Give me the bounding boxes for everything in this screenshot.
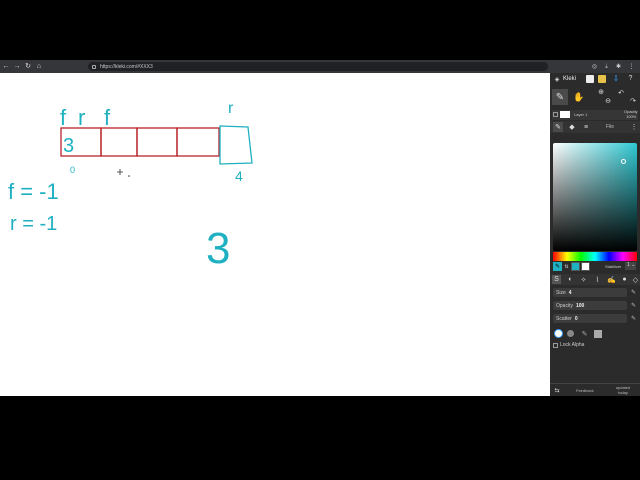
scatter-value: 0 (574, 315, 578, 322)
swap-icon[interactable]: ⇅ (564, 262, 569, 271)
tool-panel: ◈ Kleki ⇩ ? ✎ ✋ ⊕ ⊖ ↶ ↷ Layer 1 Opacity … (550, 73, 640, 396)
stabilizer-value: 1 (627, 262, 630, 268)
label-r2: r (228, 100, 234, 117)
kleki-logo-icon: ◈ (554, 76, 560, 83)
index-4: 4 (235, 168, 243, 184)
reload-icon[interactable]: ↻ (23, 62, 33, 72)
array-cell (136, 127, 178, 157)
url-text: https://kleki.com/#XXX3 (100, 63, 153, 70)
pixel-brush-icon[interactable]: ⌇ (593, 275, 602, 284)
cursor-icon (117, 169, 123, 175)
size-value: 4 (568, 289, 572, 296)
zoom-in-icon[interactable]: ⊕ (597, 88, 605, 96)
round-tip-button[interactable] (554, 329, 563, 338)
color-picker-cursor[interactable] (621, 159, 626, 164)
label-r: r (78, 105, 85, 130)
secondary-color-swatch[interactable] (581, 262, 590, 271)
sketchy-brush-icon[interactable]: ✧ (579, 275, 588, 284)
brush-tab-icon[interactable]: ✎ (553, 122, 563, 132)
size-slider[interactable]: Size 4 (553, 288, 627, 297)
array-cell (100, 127, 138, 157)
save-icon[interactable]: ⇩ (612, 74, 620, 83)
help-icon[interactable]: ? (626, 74, 635, 83)
address-bar[interactable]: https://kleki.com/#XXX3 (88, 62, 548, 71)
soft-tip-button[interactable] (567, 330, 574, 337)
index-0: 0 (70, 165, 75, 175)
download-icon[interactable]: ⇣ (602, 62, 611, 71)
size-pressure-icon[interactable]: ✎ (630, 289, 637, 296)
eyedropper-icon[interactable]: ✎ (553, 262, 562, 271)
app-name: Kleki (563, 76, 577, 82)
stabilizer-label: Stabilizer (605, 264, 622, 269)
cell-value: 3 (63, 135, 74, 157)
array-cell (176, 127, 220, 157)
panel-footer: ⇆ Feedback updated today (550, 383, 640, 396)
screen: ← → ↻ ⌂ https://kleki.com/#XXX3 ◎ ⇣ ✱ ⋮ … (0, 60, 640, 396)
more-icon[interactable]: ⋮ (630, 122, 638, 132)
brush-tool-icon[interactable]: ✎ (552, 89, 568, 105)
opacity-value: 100 (575, 302, 585, 309)
smudge-brush-icon[interactable]: ● (620, 275, 629, 284)
stabilizer-select[interactable]: 1 ⌄ (625, 262, 636, 270)
layer-opacity-value: 100% (626, 114, 637, 119)
feedback-link[interactable]: Feedback (576, 388, 594, 393)
back-icon[interactable]: ← (1, 62, 11, 72)
size-label: Size (556, 289, 566, 296)
eraser-icon[interactable]: ◇ (631, 275, 640, 284)
drawing-canvas[interactable]: 3 f r f r 0 4 f = -1 r = -1 3 (0, 73, 550, 396)
scatter-pressure-icon[interactable]: ✎ (630, 315, 637, 322)
pencil-tip-icon[interactable]: ✎ (580, 329, 589, 338)
array-cells (60, 127, 220, 157)
updated-link[interactable]: updated today (614, 385, 632, 395)
label-f2: f (104, 105, 111, 130)
file-tab[interactable]: File (606, 124, 614, 130)
menu-icon[interactable]: ⋮ (627, 62, 636, 71)
big-number: 3 (206, 224, 230, 273)
color-picker[interactable] (553, 143, 637, 251)
dot-mark (128, 175, 130, 177)
browser-toolbar: ← → ↻ ⌂ https://kleki.com/#XXX3 ◎ ⇣ ✱ ⋮ (0, 60, 640, 73)
hue-slider[interactable] (553, 252, 637, 261)
scatter-label: Scatter (556, 315, 572, 322)
lock-icon (92, 64, 96, 69)
layer-thumbnail (560, 111, 570, 118)
pen-brush-icon[interactable]: S (552, 275, 561, 284)
layer-visibility-checkbox[interactable] (553, 112, 558, 117)
shield-icon[interactable]: ◎ (590, 62, 599, 71)
layers-tab-icon[interactable]: ◆ (567, 122, 577, 132)
home-icon[interactable]: ⌂ (34, 62, 44, 72)
new-file-icon[interactable] (586, 75, 594, 83)
forward-icon[interactable]: → (12, 62, 22, 72)
primary-color-swatch[interactable] (571, 262, 580, 271)
lock-alpha-checkbox[interactable] (553, 343, 558, 348)
brush-types-row: S ◖ ✧ ⌇ ✍ ● ◇ (550, 274, 640, 285)
hand-tool-icon[interactable]: ✋ (572, 90, 586, 104)
canvas-drawing: 3 f r f r 0 4 f = -1 r = -1 3 (8, 100, 253, 273)
collapse-icon[interactable]: ⇆ (553, 386, 561, 394)
extra-cell-stroke (219, 125, 253, 165)
opacity-label: Opacity (556, 302, 573, 309)
opacity-pressure-icon[interactable]: ✎ (630, 302, 637, 309)
zoom-out-icon[interactable]: ⊖ (604, 97, 612, 105)
tabs-row: ✎ ◆ ≡ File ⋮ (550, 121, 640, 133)
blend-brush-icon[interactable]: ◖ (565, 275, 574, 284)
redo-icon[interactable]: ↷ (629, 97, 637, 105)
note-r: r = -1 (10, 213, 57, 235)
opacity-slider[interactable]: Opacity 100 (553, 301, 627, 310)
label-f: f (60, 105, 67, 130)
undo-icon[interactable]: ↶ (617, 89, 625, 97)
chemy-brush-icon[interactable]: ✍ (607, 275, 616, 284)
adjust-tab-icon[interactable]: ≡ (581, 122, 591, 132)
lock-alpha-label: Lock Alpha (560, 342, 585, 348)
extensions-icon[interactable]: ✱ (614, 62, 623, 71)
folder-icon[interactable] (598, 75, 606, 83)
scatter-slider[interactable]: Scatter 0 (553, 314, 627, 323)
note-f: f = -1 (8, 179, 59, 204)
square-tip-button[interactable] (594, 330, 602, 338)
layer-row[interactable]: Layer 1 Opacity 100% (552, 109, 638, 120)
layer-name: Layer 1 (574, 112, 588, 117)
